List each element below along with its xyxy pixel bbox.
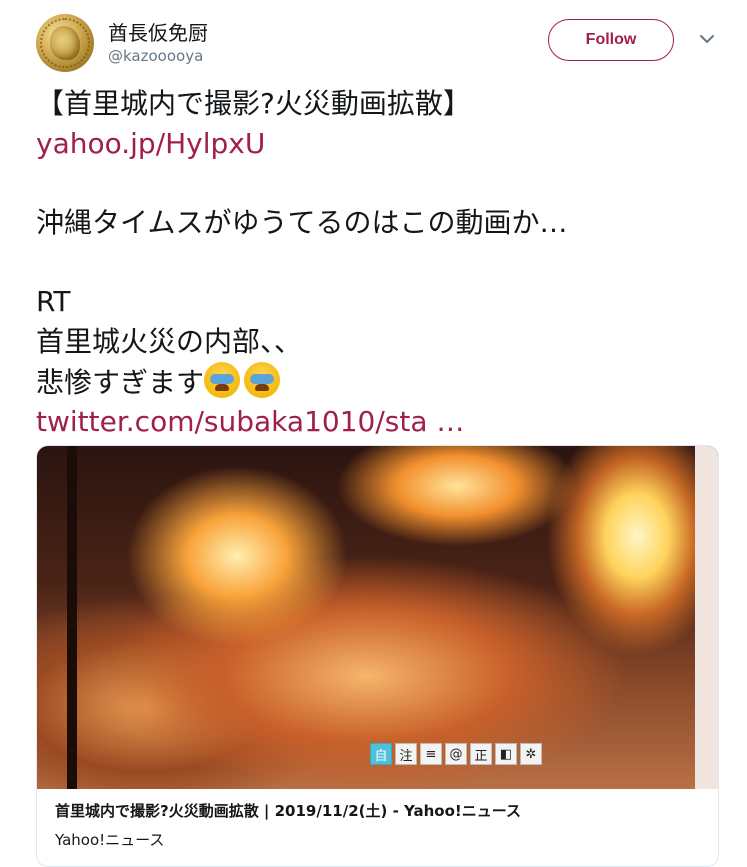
crying-face-emoji-icon	[244, 362, 281, 398]
tweet-text: 【首里城内で撮影?火災動画拡散】 yahoo.jp/HylpxU 沖縄タイムスが…	[36, 84, 716, 442]
link-card[interactable]: 自 注 ≡ @ 正 ◧ ✲ 首里城内で撮影?火災動画拡散 | 2019/11/2…	[36, 445, 719, 867]
card-source: Yahoo!ニュース	[55, 831, 165, 849]
tweet-line-text: 悲惨すぎます	[36, 366, 205, 399]
tweet-link-twitter[interactable]: twitter.com/subaka1010/sta …	[36, 402, 716, 442]
user-handle[interactable]: @kazooooya	[108, 47, 203, 65]
chevron-down-icon[interactable]	[698, 30, 716, 48]
avatar[interactable]	[36, 14, 94, 72]
display-name[interactable]: 酋長仮免厨	[108, 17, 208, 46]
tweet-link-yahoo[interactable]: yahoo.jp/HylpxU	[36, 124, 716, 164]
tweet-line: RT	[36, 285, 71, 318]
card-image-fire[interactable]: 自 注 ≡ @ 正 ◧ ✲	[37, 446, 718, 789]
crying-face-emoji-icon	[204, 362, 241, 398]
toolbar-button[interactable]: @	[445, 743, 467, 765]
card-title[interactable]: 首里城内で撮影?火災動画拡散 | 2019/11/2(土) - Yahoo!ニュ…	[55, 800, 521, 821]
toolbar-button[interactable]: ◧	[495, 743, 517, 765]
tweet-line: 【首里城内で撮影?火災動画拡散】	[36, 87, 471, 120]
tweet-line: 沖縄タイムスがゆうてるのはこの動画か…	[36, 206, 568, 239]
toolbar-button[interactable]: 自	[370, 743, 392, 765]
toolbar-button[interactable]: ≡	[420, 743, 442, 765]
overlay-toolbar: 自 注 ≡ @ 正 ◧ ✲	[370, 743, 542, 765]
toolbar-button[interactable]: ✲	[520, 743, 542, 765]
tweet-line-with-emoji: 悲惨すぎます	[36, 362, 716, 402]
tweet-line: 首里城火災の内部、、	[36, 325, 303, 358]
toolbar-button[interactable]: 正	[470, 743, 492, 765]
toolbar-button[interactable]: 注	[395, 743, 417, 765]
follow-button[interactable]: Follow	[548, 19, 674, 61]
